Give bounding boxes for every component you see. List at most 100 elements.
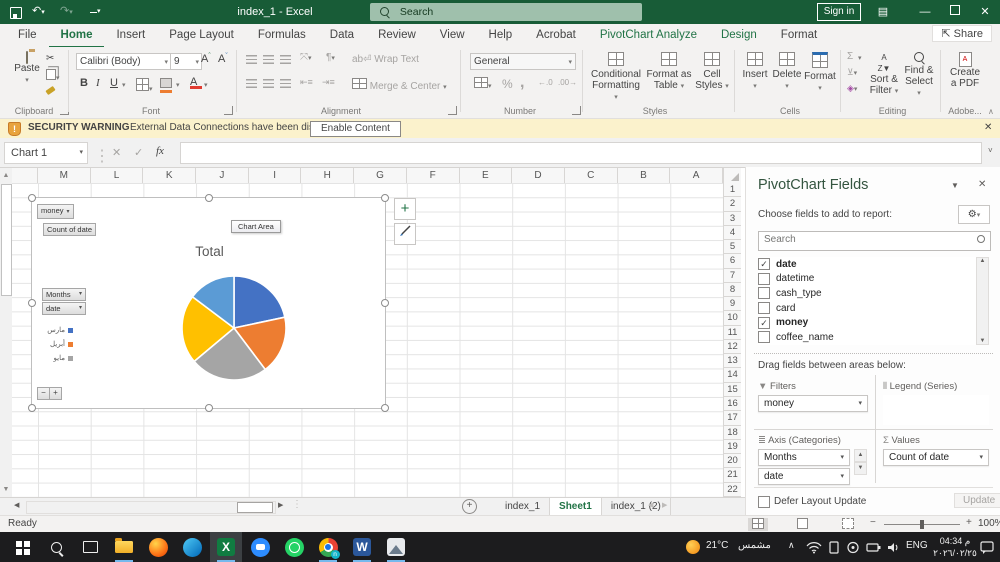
bold-button[interactable]: B — [80, 77, 88, 89]
field-checkbox-card[interactable] — [758, 302, 770, 315]
tools-gear-button[interactable]: ⚙▾ — [958, 205, 990, 224]
taskbar-file-explorer[interactable] — [108, 532, 140, 562]
fields-search-box[interactable]: Search — [758, 231, 991, 251]
collapse-ribbon-icon[interactable]: ∧ — [988, 107, 994, 116]
hscroll-left-icon[interactable]: ◀ — [14, 501, 19, 509]
hidden-icons-chevron[interactable]: ∧ — [788, 540, 795, 551]
column-header-I[interactable]: I — [249, 168, 302, 183]
decrease-indent-icon[interactable]: ⇤≡ — [300, 77, 313, 88]
ribbon-tab-acrobat[interactable]: Acrobat — [524, 24, 588, 46]
chart-handle[interactable] — [205, 194, 213, 202]
namebox-splitter[interactable]: ⋮ — [94, 146, 110, 166]
grow-font-button[interactable]: Aˆ — [201, 53, 211, 65]
ribbon-tab-view[interactable]: View — [428, 24, 477, 46]
legend-item-0[interactable]: مارس — [43, 326, 73, 334]
cut-button[interactable]: ✂ — [46, 53, 54, 64]
volume-icon[interactable] — [886, 541, 900, 554]
close-button[interactable]: ✕ — [970, 0, 1000, 24]
device-icon[interactable] — [828, 541, 840, 554]
fields-list-scrollbar[interactable]: ▲ ▼ — [976, 257, 989, 345]
defer-layout-checkbox[interactable] — [758, 496, 770, 508]
cell-styles-button[interactable]: Cell Styles ▾ — [694, 52, 730, 91]
format-painter-button[interactable] — [45, 85, 56, 96]
pill-dropdown-icon[interactable]: ▾ — [979, 450, 983, 465]
ribbon-tab-help[interactable]: Help — [477, 24, 525, 46]
axis-scroll-up-icon[interactable]: ▲ — [854, 449, 867, 462]
row-header-12[interactable]: 12 — [724, 340, 741, 355]
insert-cells-button[interactable]: Insert ▾ — [740, 52, 770, 91]
wrap-text-button[interactable]: ab⏎ Wrap Text — [352, 54, 419, 65]
chart-handle[interactable] — [28, 299, 36, 307]
ribbon-tab-formulas[interactable]: Formulas — [246, 24, 318, 46]
quick-access-customize-icon[interactable]: ▾ — [90, 4, 101, 16]
row-header-20[interactable]: 20 — [724, 454, 741, 469]
weather-sun-icon[interactable] — [686, 540, 700, 554]
paste-button[interactable]: Paste ▾ — [10, 51, 44, 85]
underline-dropdown-icon[interactable]: ▾ — [122, 81, 126, 89]
chart-handle[interactable] — [381, 299, 389, 307]
row-header-14[interactable]: 14 — [724, 368, 741, 383]
ribbon-display-options-icon[interactable]: ▤ — [868, 0, 898, 24]
row-header-15[interactable]: 15 — [724, 383, 741, 397]
taskbar-zoom[interactable] — [244, 532, 276, 562]
fields-scroll-up-icon[interactable]: ▲ — [977, 258, 988, 264]
ribbon-tab-file[interactable]: File — [6, 24, 49, 46]
row-header-22[interactable]: 22 — [724, 483, 741, 497]
values-area[interactable]: Count of date ▾ — [883, 449, 989, 468]
field-checkbox-date[interactable]: ✓ — [758, 258, 770, 271]
chart-title[interactable]: Total — [162, 244, 257, 259]
field-checkbox-money[interactable]: ✓ — [758, 316, 770, 329]
row-header-3[interactable]: 3 — [724, 212, 741, 226]
taskbar-excel[interactable]: X — [210, 532, 242, 562]
pill-dropdown-icon[interactable]: ▾ — [840, 469, 844, 484]
chart-styles-button[interactable] — [394, 223, 416, 245]
ribbon-tab-pivotchart-analyze[interactable]: PivotChart Analyze — [588, 24, 709, 46]
shrink-font-button[interactable]: Aˇ — [218, 53, 228, 65]
field-row-coffee_name[interactable]: coffee_name — [758, 330, 989, 345]
row-header-2[interactable]: 2 — [724, 197, 741, 212]
taskbar-photos[interactable] — [380, 532, 412, 562]
action-center-icon[interactable] — [980, 541, 995, 554]
ribbon-tab-design[interactable]: Design — [709, 24, 769, 46]
borders-button[interactable]: ▾ — [136, 78, 153, 94]
pill-dropdown-icon[interactable]: ▾ — [858, 396, 862, 411]
field-checkbox-cash_type[interactable] — [758, 287, 770, 300]
ribbon-tab-review[interactable]: Review — [366, 24, 428, 46]
pane-close-icon[interactable]: ✕ — [978, 179, 986, 190]
field-checkbox-datetime[interactable] — [758, 272, 770, 285]
horizontal-scrollbar[interactable] — [26, 501, 276, 514]
axis-pill-months[interactable]: Months ▾ — [758, 449, 850, 466]
ribbon-tab-home[interactable]: Home — [48, 24, 105, 48]
filters-area[interactable]: money ▾ — [758, 395, 868, 414]
font-color-dropdown-icon[interactable]: ▾ — [204, 81, 208, 89]
chart-value-field-button[interactable]: Count of date — [43, 223, 97, 236]
row-header-6[interactable]: 6 — [724, 254, 741, 269]
page-break-view-icon[interactable] — [838, 518, 858, 531]
fill-color-button[interactable] — [160, 78, 172, 93]
safely-remove-icon[interactable] — [846, 541, 860, 554]
row-header-13[interactable]: 13 — [724, 354, 741, 369]
font-size-combo[interactable]: 9 ▾ — [170, 53, 202, 70]
field-row-cash_type[interactable]: cash_type — [758, 286, 989, 301]
row-header-16[interactable]: 16 — [724, 397, 741, 412]
minimize-button[interactable]: — — [910, 0, 940, 24]
column-header-G[interactable]: G — [354, 168, 407, 183]
underline-button[interactable]: U — [110, 77, 118, 89]
chart-filter-field-button[interactable]: money ▾ — [37, 204, 74, 219]
font-color-button[interactable]: A — [190, 76, 202, 89]
insert-function-icon[interactable]: fx — [156, 145, 164, 157]
language-indicator[interactable]: ENG — [906, 540, 928, 551]
legend-item-1[interactable]: أبريل — [43, 340, 73, 348]
column-header-J[interactable]: J — [196, 168, 249, 183]
zoom-slider[interactable] — [884, 520, 960, 529]
zoom-in-icon[interactable]: + — [966, 517, 972, 528]
share-button[interactable]: ⇱ Share — [932, 25, 992, 42]
hscroll-right-icon[interactable]: ▶ — [278, 501, 283, 509]
taskbar-task-view[interactable] — [74, 532, 106, 562]
sheet-tab-index-1-2-[interactable]: index_1 (2) — [602, 498, 671, 515]
undo-button[interactable]: ↶▾ — [32, 4, 45, 17]
format-cells-button[interactable]: Format ▾ — [804, 52, 836, 93]
taskbar-start[interactable] — [6, 532, 38, 562]
row-header-1[interactable]: 1 — [724, 183, 741, 198]
align-bottom-icon[interactable] — [280, 55, 291, 64]
